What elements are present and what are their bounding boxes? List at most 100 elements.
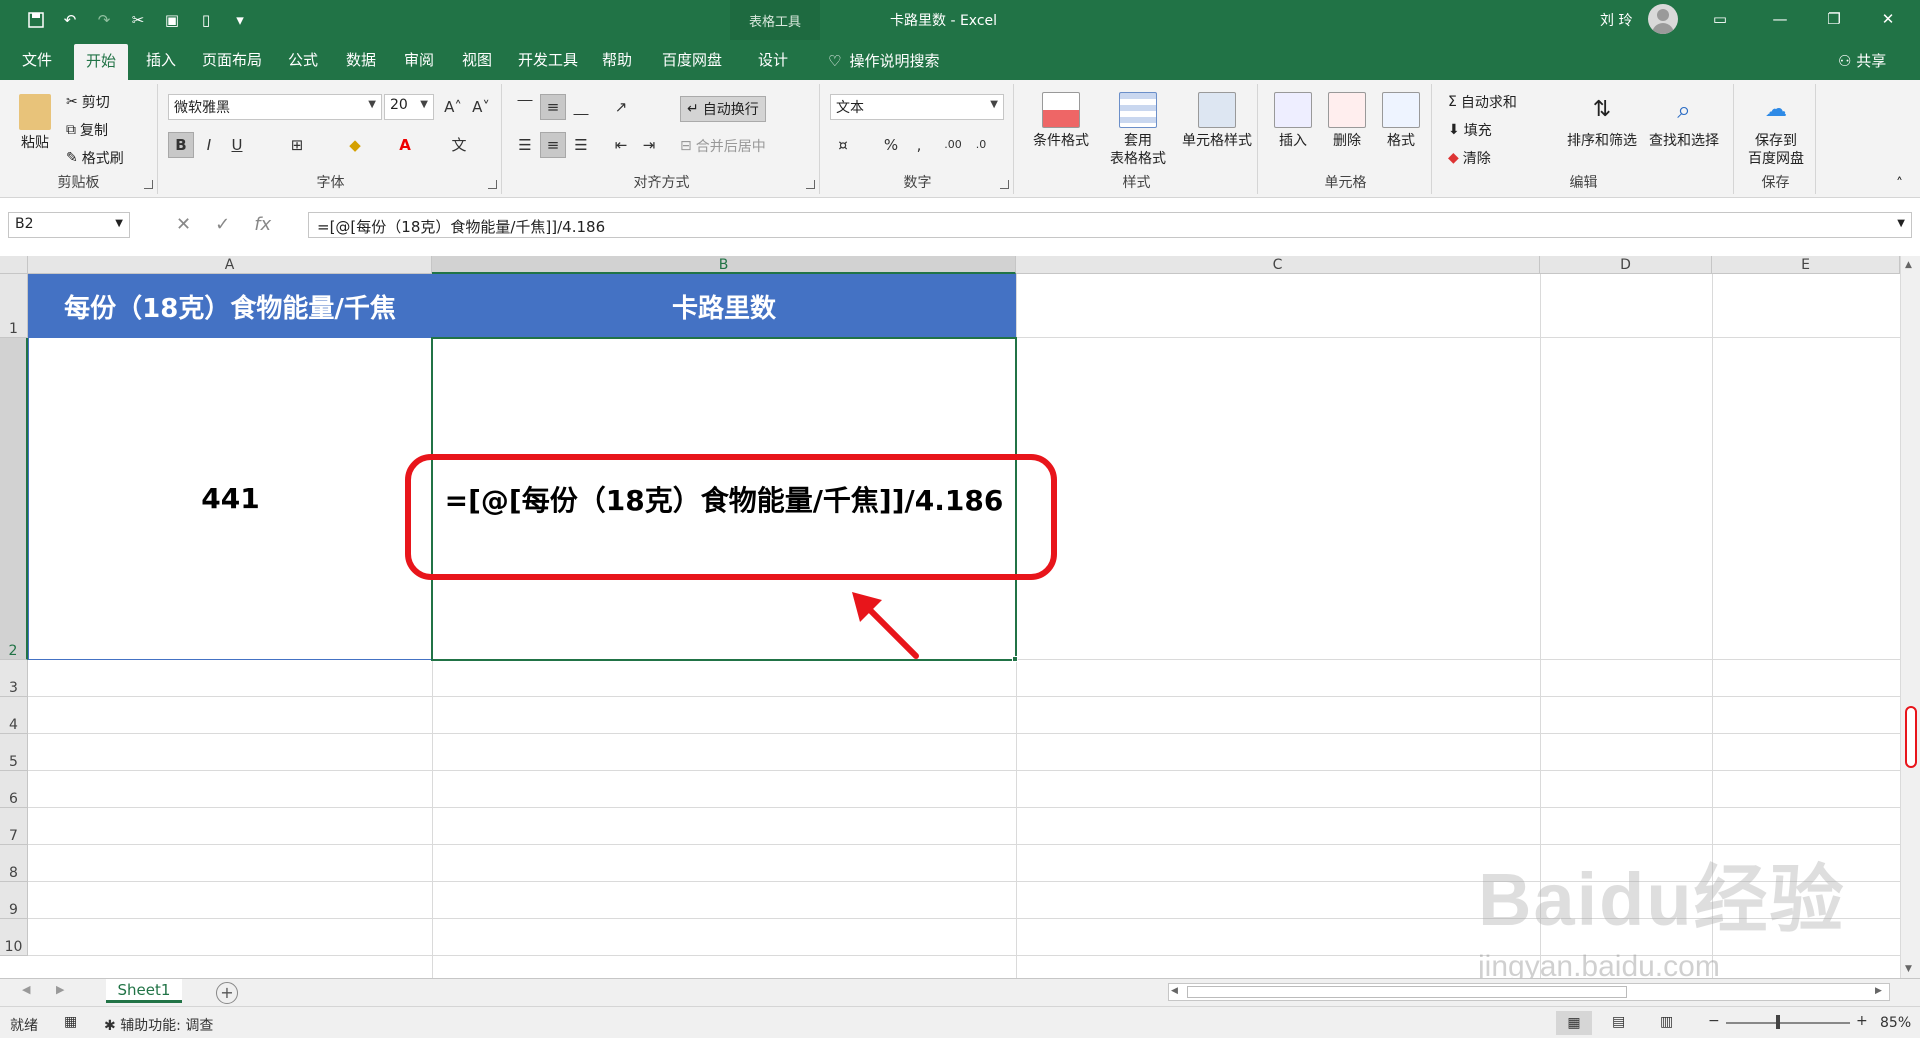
scroll-right-icon[interactable]: ▶ — [1875, 986, 1887, 998]
save-as-icon[interactable]: ▣ — [158, 9, 186, 31]
tab-developer[interactable]: 开发工具 — [506, 40, 590, 80]
increase-decimal-icon[interactable]: .00 — [940, 132, 966, 158]
minimize-icon[interactable]: — — [1760, 6, 1800, 32]
vertical-scrollbar[interactable]: ▲ ▼ — [1900, 256, 1920, 978]
delete-cells-button[interactable]: 删除 — [1322, 92, 1372, 150]
row-header-9[interactable]: 9 — [0, 882, 28, 919]
next-sheet-icon[interactable]: ▶ — [56, 983, 64, 996]
normal-view-icon[interactable]: ▦ — [1556, 1011, 1592, 1035]
align-bottom-icon[interactable]: ⎽ — [568, 94, 594, 120]
prev-sheet-icon[interactable]: ◀ — [22, 983, 30, 996]
paste-button[interactable]: 粘贴 — [12, 94, 58, 152]
wrap-text-button[interactable]: ↵ 自动换行 — [680, 96, 766, 122]
font-name-combo[interactable]: 微软雅黑 ▼ — [168, 94, 382, 120]
column-header-b[interactable]: B — [432, 256, 1016, 274]
increase-indent-icon[interactable]: ⇥ — [636, 132, 662, 158]
format-as-table-button[interactable]: 套用 表格格式 — [1102, 92, 1174, 168]
tab-data[interactable]: 数据 — [334, 40, 388, 80]
share-button[interactable]: ⚇ 共享 — [1838, 50, 1886, 71]
page-break-view-icon[interactable]: ▥ — [1660, 1014, 1673, 1030]
tab-formulas[interactable]: 公式 — [276, 40, 330, 80]
zoom-out-icon[interactable]: − — [1708, 1013, 1720, 1029]
row-header-6[interactable]: 6 — [0, 771, 28, 808]
row-header-10[interactable]: 10 — [0, 919, 28, 956]
font-color-icon[interactable]: A — [392, 132, 418, 158]
underline-button[interactable]: U — [224, 132, 250, 158]
align-right-icon[interactable]: ☰ — [568, 132, 594, 158]
scroll-left-icon[interactable]: ◀ — [1171, 986, 1183, 998]
row-header-1[interactable]: 1 — [0, 274, 28, 338]
decrease-font-icon[interactable]: A˅ — [468, 94, 494, 120]
scroll-thumb[interactable] — [1905, 706, 1917, 768]
insert-cells-button[interactable]: 插入 — [1268, 92, 1318, 150]
macro-record-icon[interactable]: ▦ — [64, 1014, 77, 1030]
tab-baidu-netdisk[interactable]: 百度网盘 — [650, 40, 734, 80]
decrease-decimal-icon[interactable]: .0 — [968, 132, 994, 158]
comma-icon[interactable]: , — [906, 132, 932, 158]
column-header-c[interactable]: C — [1016, 256, 1540, 274]
phonetic-icon[interactable]: 文 — [446, 132, 472, 158]
cell-styles-button[interactable]: 单元格样式 — [1178, 92, 1256, 150]
percent-icon[interactable]: % — [878, 132, 904, 158]
zoom-level[interactable]: 85% — [1880, 1015, 1911, 1031]
sort-filter-button[interactable]: ⇅ 排序和筛选 — [1564, 92, 1640, 150]
row-header-7[interactable]: 7 — [0, 808, 28, 845]
increase-font-icon[interactable]: A˄ — [440, 94, 466, 120]
orientation-icon[interactable]: ↗ — [608, 94, 634, 120]
clear-button[interactable]: ◆ 清除 — [1448, 148, 1491, 168]
user-name[interactable]: 刘 玲 — [1600, 10, 1632, 30]
decrease-indent-icon[interactable]: ⇤ — [608, 132, 634, 158]
cut-button[interactable]: ✂ 剪切 — [66, 92, 110, 112]
save-icon[interactable] — [22, 9, 50, 31]
select-all-corner[interactable] — [0, 256, 28, 274]
avatar[interactable] — [1648, 4, 1678, 34]
cut-icon[interactable]: ✂ — [124, 9, 152, 31]
align-middle-icon[interactable]: ≡ — [540, 94, 566, 120]
cell-a1[interactable]: 每份（18克）食物能量/千焦 — [28, 274, 432, 338]
column-header-a[interactable]: A — [28, 256, 432, 274]
merge-center-button[interactable]: ⊟ 合并后居中 — [680, 136, 766, 156]
insert-function-icon[interactable]: fx — [254, 214, 271, 235]
new-document-icon[interactable]: ▯ — [192, 9, 220, 31]
cancel-icon[interactable]: ✕ — [176, 214, 191, 235]
sheet-tab-sheet1[interactable]: Sheet1 — [106, 979, 182, 1003]
zoom-slider-thumb[interactable] — [1776, 1015, 1780, 1029]
tab-insert[interactable]: 插入 — [134, 40, 188, 80]
align-center-icon[interactable]: ≡ — [540, 132, 566, 158]
tab-help[interactable]: 帮助 — [590, 40, 644, 80]
copy-button[interactable]: ⧉ 复制 — [66, 120, 108, 140]
collapse-ribbon-icon[interactable]: ˄ — [1896, 176, 1903, 192]
accessibility-status[interactable]: ✱ 辅助功能: 调查 — [104, 1015, 213, 1035]
conditional-formatting-button[interactable]: 条件格式 — [1026, 92, 1096, 150]
formula-input[interactable]: =[@[每份（18克）食物能量/千焦]]/4.186 ▼ — [308, 212, 1912, 238]
tab-view[interactable]: 视图 — [450, 40, 504, 80]
tab-file[interactable]: 文件 — [10, 40, 64, 80]
currency-icon[interactable]: ¤ — [830, 132, 856, 158]
enter-icon[interactable]: ✓ — [215, 214, 230, 235]
format-cells-button[interactable]: 格式 — [1376, 92, 1426, 150]
save-to-baidu-button[interactable]: ☁ 保存到 百度网盘 — [1740, 92, 1812, 168]
name-box[interactable]: B2 ▼ — [8, 212, 130, 238]
fill-color-icon[interactable]: ◆ — [342, 132, 368, 158]
row-header-2[interactable]: 2 — [0, 338, 28, 660]
cell-b1[interactable]: 卡路里数 — [432, 274, 1016, 338]
align-left-icon[interactable]: ☰ — [512, 132, 538, 158]
column-header-e[interactable]: E — [1712, 256, 1900, 274]
tab-design[interactable]: 设计 — [746, 40, 800, 80]
scroll-down-icon[interactable]: ▼ — [1905, 964, 1912, 974]
alignment-launcher-icon[interactable] — [806, 180, 815, 189]
format-painter-button[interactable]: ✎ 格式刷 — [66, 148, 124, 168]
tell-me-search[interactable]: ♡ 操作说明搜索 — [828, 50, 939, 71]
borders-icon[interactable]: ⊞ — [284, 132, 310, 158]
row-header-4[interactable]: 4 — [0, 697, 28, 734]
align-top-icon[interactable]: ⎺ — [512, 94, 538, 120]
font-size-combo[interactable]: 20 ▼ — [384, 94, 434, 120]
tab-page-layout[interactable]: 页面布局 — [190, 40, 274, 80]
zoom-slider[interactable] — [1726, 1022, 1850, 1024]
number-launcher-icon[interactable] — [1000, 180, 1009, 189]
bold-button[interactable]: B — [168, 132, 194, 158]
zoom-in-icon[interactable]: + — [1856, 1013, 1868, 1029]
ribbon-display-options-icon[interactable]: ▭ — [1700, 6, 1740, 32]
clipboard-launcher-icon[interactable] — [144, 180, 153, 189]
autosum-button[interactable]: Σ 自动求和 — [1448, 92, 1517, 112]
